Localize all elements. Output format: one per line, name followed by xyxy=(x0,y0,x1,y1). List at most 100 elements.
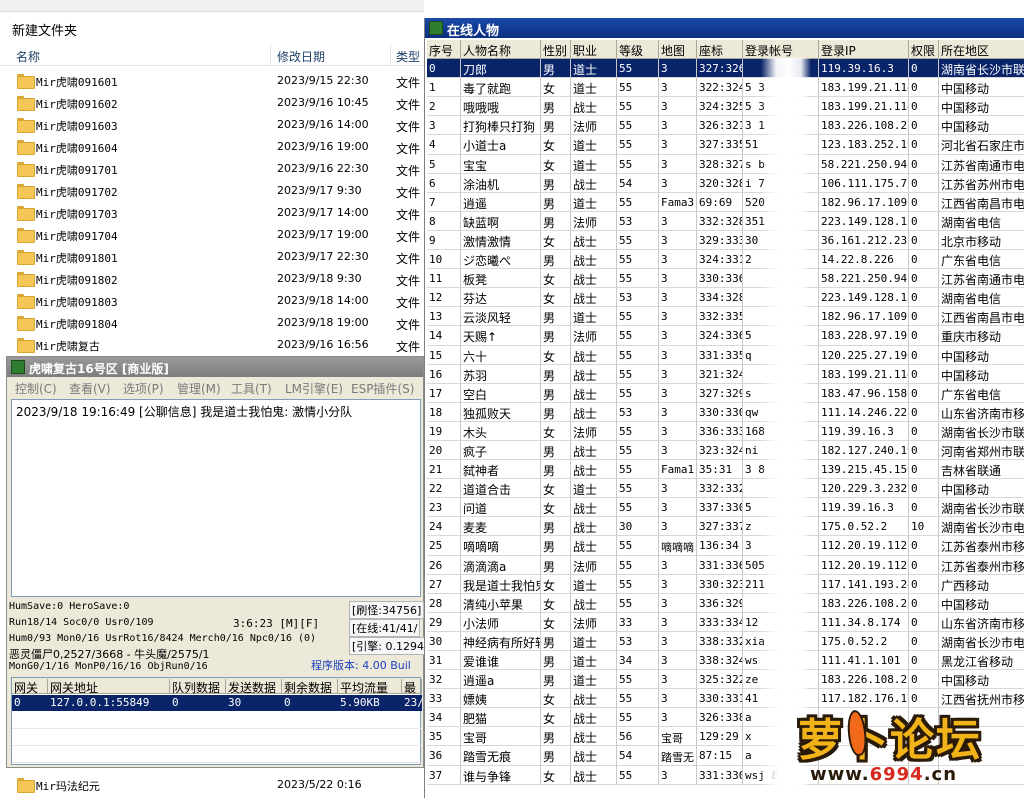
menu-item[interactable]: ESP插件(S) xyxy=(351,380,414,397)
table-cell: 0 xyxy=(909,460,939,480)
table-row[interactable]: 23 问道女战士 55 3 337:330 5 119.39.16.3 0 湖南省长沙市联 xyxy=(427,498,1024,518)
players-column-header[interactable]: 序号 xyxy=(427,40,461,60)
table-cell: 36 xyxy=(427,746,461,766)
list-item[interactable]: Mir虎啸091703 2023/9/17 14:00 文件 xyxy=(0,202,424,224)
table-row[interactable]: 14 天赐↑ 男法师 55 3 324:336 5 183.228.97.192 0 重庆市移动 xyxy=(427,326,1024,346)
players-column-header[interactable]: 人物名称 xyxy=(461,40,541,60)
server-title-bar[interactable]: 虎啸复古16号区 [商业版] xyxy=(7,357,423,377)
table-row[interactable]: 8缺蓝啊男法师533332:328351223.149.128.1290湖南省电… xyxy=(427,211,1024,231)
table-row[interactable]: 0 127.0.0.1:55849 0 30 0 5.90KB 23/2 xyxy=(12,695,431,711)
gateway-column-header[interactable]: 发送数据 xyxy=(226,679,282,695)
file-name: Mir玛法纪元 xyxy=(36,780,100,793)
players-column-header[interactable]: 权限 xyxy=(909,40,939,60)
file-name: Mir虎啸091703 xyxy=(36,208,118,221)
table-row[interactable]: 22 道道合击女道士 55 3 332:332 120.229.3.232 0 中国移动 xyxy=(427,479,1024,499)
table-cell xyxy=(743,593,819,613)
table-cell: 182.96.17.109 xyxy=(819,307,909,327)
gateway-column-header[interactable]: 网关 xyxy=(12,679,48,695)
players-column-header[interactable]: 地图 xyxy=(659,40,697,60)
table-row[interactable]: 31 爱谁谁男道士 34 3 338:324 ws 111.41.1.101 0 黑龙江省移动 xyxy=(427,651,1024,671)
table-row[interactable]: 13 云淡风轻男道士 55 3 332:335 182.96.17.109 0 江西省南昌市电 xyxy=(427,307,1024,327)
gateway-column-header[interactable]: 网关地址 xyxy=(48,679,170,695)
gateway-column-header[interactable]: 最高 xyxy=(402,679,422,712)
column-header-date[interactable]: 修改日期 xyxy=(277,48,325,65)
table-cell: 211 xyxy=(743,574,819,594)
list-item[interactable]: Mir虎啸091803 2023/9/18 14:00 文件 xyxy=(0,290,424,312)
list-item[interactable]: Mir虎啸091604 2023/9/16 19:00 文件 xyxy=(0,136,424,158)
table-row[interactable]: 6 涂油机男战士 54 3 320:328 i 7 106.111.175.7 0 江苏省苏州市… xyxy=(427,173,1024,193)
table-row[interactable]: 12芬达女战士533334:328 223.149.128.1290湖南省电信 xyxy=(427,288,1024,308)
column-header-type[interactable]: 类型 xyxy=(396,48,420,65)
table-row[interactable]: 9 激情激情女战士 55 3 329:333 30 36.161.212.232 0 北京市移动 xyxy=(427,230,1024,251)
list-item[interactable]: Mir虎啸091602 2023/9/16 10:45 文件 xyxy=(0,92,424,114)
list-item[interactable]: Mir虎啸091801 2023/9/17 22:30 文件 xyxy=(0,246,424,268)
menu-item[interactable]: 选项(P) xyxy=(123,380,164,397)
players-column-header[interactable]: 登录IP xyxy=(819,40,909,60)
table-cell: 3 xyxy=(659,402,697,422)
table-row[interactable]: 15 六十女战士 55 3 331:335 q 120.225.27.190 0 中国移动 xyxy=(427,345,1024,365)
table-row[interactable]: 5 宝宝女道士 55 3 328:327 s b 58.221.250.94 0 江苏省南通市电 xyxy=(427,154,1024,174)
list-item[interactable]: Mir虎啸091704 2023/9/17 19:00 文件 xyxy=(0,224,424,246)
table-cell: 北京市移动 xyxy=(939,231,1024,251)
table-row[interactable]: 29 小法师女法师 33 3 333:334 12 111.34.8.174 0 山东省济南市移 xyxy=(427,612,1024,632)
table-row[interactable]: 10 ジ恋曦ぺ男战士 55 3 324:331 2 14.22.8.226 0 广东省电信 xyxy=(427,250,1024,270)
players-column-header[interactable]: 职业 xyxy=(571,40,617,60)
players-column-header[interactable]: 等级 xyxy=(617,40,659,60)
table-row[interactable]: 21 弑神者男战士 55 Fama1 35:31 3 8 139.215.45.156 0 吉林… xyxy=(427,460,1024,480)
list-item[interactable]: Mir虎啸复古 2023/9/16 16:56 文件 xyxy=(0,334,424,356)
table-row[interactable]: 11 板凳女战士 55 3 330:336 58.221.250.94 0 江苏省南通市电 xyxy=(427,269,1024,289)
list-item[interactable]: Mir虎啸091601 2023/9/15 22:30 文件 xyxy=(0,70,424,92)
table-row[interactable]: 16 苏羽男战士 55 3 321:324 183.199.21.114 0 中国移动 xyxy=(427,364,1024,384)
table-row[interactable]: 24 麦麦男战士 30 3 327:337 z 175.0.52.2 10 湖南省长沙市电 xyxy=(427,517,1024,537)
menu-item[interactable]: LM引擎(E) xyxy=(285,380,343,397)
table-cell: 17 xyxy=(427,383,461,403)
new-folder-button[interactable]: 新建文件夹 xyxy=(12,20,77,39)
table-row[interactable]: 2 哦哦哦男战士 55 3 324:325 5 3 183.199.21.114 0 中国移动 xyxy=(427,97,1024,117)
table-row[interactable]: 20疯子男战士553323:324ni182.127.240.1920河南省郑州… xyxy=(427,440,1024,461)
gateway-column-header[interactable]: 平均流量 xyxy=(338,679,402,695)
grid-line xyxy=(12,728,422,729)
list-item[interactable]: Mir虎啸091603 2023/9/16 14:00 文件 xyxy=(0,114,424,136)
menu-item[interactable]: 管理(M) xyxy=(177,380,221,397)
list-item[interactable]: Mir虎啸091804 2023/9/18 19:00 文件 xyxy=(0,312,424,334)
menu-item[interactable]: 工具(T) xyxy=(231,380,272,397)
list-item[interactable]: Mir虎啸091802 2023/9/18 9:30 文件 xyxy=(0,268,424,290)
table-row[interactable]: 19 木头女法师 55 3 336:333 168 119.39.16.3 0 湖南省长沙市联 xyxy=(427,421,1024,441)
table-cell: 55 xyxy=(617,230,659,251)
online-title-bar[interactable]: 在线人物 xyxy=(425,18,1024,39)
table-cell: 0 xyxy=(909,555,939,575)
list-item[interactable]: Mir虎啸091702 2023/9/17 9:30 文件 xyxy=(0,180,424,202)
table-cell: 0 xyxy=(909,269,939,289)
menu-item[interactable]: 控制(C) xyxy=(15,380,57,397)
table-cell: 53 xyxy=(617,288,659,308)
table-cell: 0 xyxy=(909,307,939,327)
table-row[interactable]: 32逍遥a男道士553325:322ze183.226.108.2510中国移动 xyxy=(427,670,1024,690)
list-item[interactable]: Mir玛法纪元 2023/5/22 0:16 xyxy=(0,772,424,798)
column-header-name[interactable]: 名称 xyxy=(16,48,40,65)
table-cell: 182.96.17.109 xyxy=(819,192,909,212)
table-row[interactable]: 28清纯小苹果女战士553336:329 183.226.108.2510中国移动 xyxy=(427,593,1024,613)
table-row[interactable]: 18 独孤败天男战士 53 3 330:330 qw 111.14.246.228 0 山东省济… xyxy=(427,402,1024,422)
gateway-column-header[interactable]: 队列数据 xyxy=(170,679,226,695)
players-column-header[interactable]: 登录帐号 xyxy=(743,40,819,60)
table-cell: 道士 xyxy=(571,59,617,79)
menu-item[interactable]: 查看(V) xyxy=(69,380,111,397)
table-row[interactable]: 25 嘀嘀嘀男战士 55 嘀嘀嘀 136:34 3 112.20.19.112 0 江苏省泰州市… xyxy=(427,536,1024,556)
players-column-header[interactable]: 性别 xyxy=(541,40,571,60)
players-column-header[interactable]: 座标 xyxy=(697,40,743,60)
table-row[interactable]: 0 刀郎男道士 55 3 327:326 119.39.16.3 0 湖南省长沙市联 xyxy=(427,59,1024,79)
table-cell: 湖南省长沙市电 xyxy=(939,632,1024,651)
gateway-column-header[interactable]: 剩余数据 xyxy=(282,679,338,695)
table-row[interactable]: 27我是道士我怕鬼女道士553330:323211117.141.193.247… xyxy=(427,574,1024,594)
players-column-header[interactable]: 所在地区 xyxy=(939,40,1024,60)
table-row[interactable]: 26 滴滴滴a 男法师 55 3 331:336 505 112.20.19.112 0 江苏省泰… xyxy=(427,555,1024,575)
table-row[interactable]: 17 空白男战士 55 3 327:329 s 183.47.96.158 0 广东省电信 xyxy=(427,383,1024,403)
table-cell: 0 xyxy=(909,421,939,441)
list-item[interactable]: Mir虎啸091701 2023/9/16 22:30 文件 xyxy=(0,158,424,180)
table-row[interactable]: 1 毒了就跑女道士 55 3 322:324 5 3 183.199.21.114 0 中国移动 xyxy=(427,78,1024,98)
table-row[interactable]: 3打狗棒只打狗男法师553326:3213 1183.226.108.2510中… xyxy=(427,116,1024,136)
table-row[interactable]: 4小道士a女道士553327:33551123.183.252.1900河北省石… xyxy=(427,135,1024,155)
table-row[interactable]: 30 神经病有所好转男道士 53 3 338:332 xia 175.0.52.2 0 湖南省长… xyxy=(427,631,1024,651)
table-cell: 天赐↑ xyxy=(461,326,541,346)
table-row[interactable]: 7 逍遥男道士 55 Fama3 69:69 520 182.96.17.109 0 江西省南昌… xyxy=(427,192,1024,212)
